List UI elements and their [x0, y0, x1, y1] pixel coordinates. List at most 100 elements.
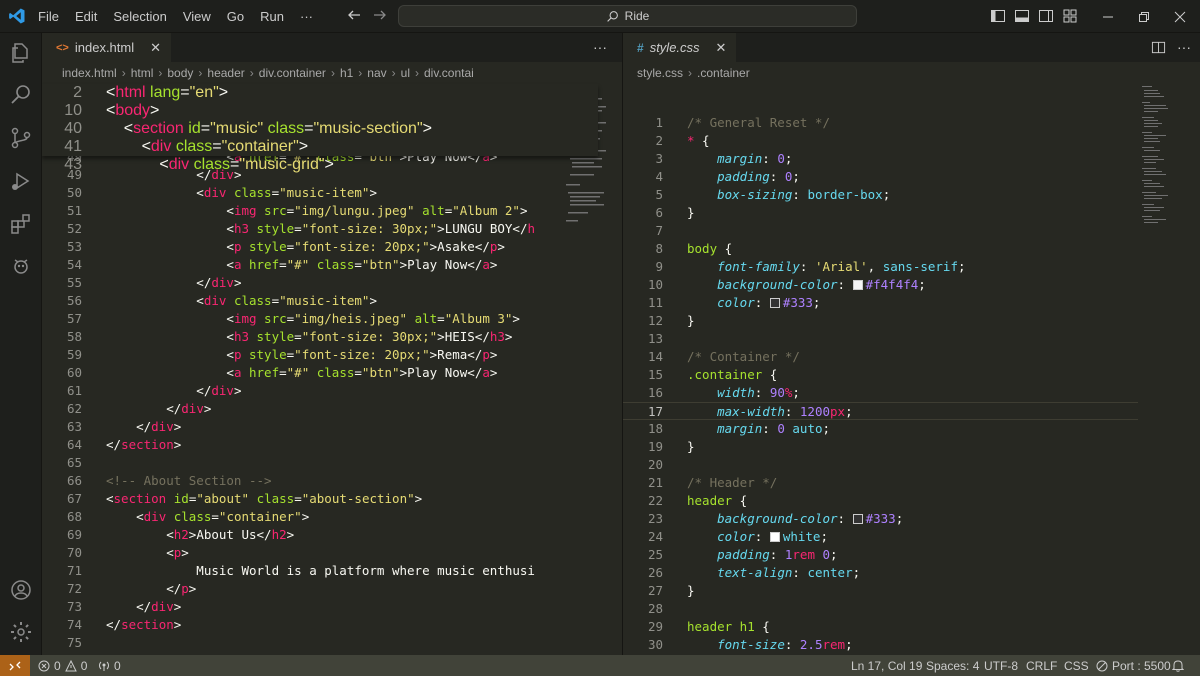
tab-style-css[interactable]: # style.css ✕	[623, 33, 737, 62]
remote-indicator[interactable]	[0, 655, 30, 676]
code-line[interactable]: 57 <img src="img/heis.jpeg" alt="Album 3…	[42, 310, 558, 328]
menu-go[interactable]: Go	[219, 9, 252, 24]
color-swatch[interactable]	[852, 280, 863, 290]
code-line[interactable]: 52 <h3 style="font-size: 30px;">LUNGU BO…	[42, 220, 558, 238]
color-swatch[interactable]	[769, 532, 780, 542]
settings-gear-icon[interactable]	[9, 620, 33, 644]
code-line[interactable]: 63 </div>	[42, 418, 558, 436]
code-line[interactable]: 62 </div>	[42, 400, 558, 418]
menu-run[interactable]: Run	[252, 9, 292, 24]
toggle-panel-icon[interactable]	[1014, 8, 1030, 24]
code-line[interactable]: 23 background-color: #333;	[623, 510, 1138, 528]
sticky-scroll[interactable]: 2 <html lang="en"> 10 <body> 40 <section id=…	[42, 84, 598, 173]
css-code-editor[interactable]: 1/* General Reset */2 * {3 margin: 0; 4 pa…	[623, 84, 1138, 655]
encoding[interactable]: UTF-8	[984, 655, 1018, 676]
code-line[interactable]: 15 .container {	[623, 366, 1138, 384]
color-swatch[interactable]	[769, 298, 780, 308]
code-line[interactable]: 56 <div class="music-item">	[42, 292, 558, 310]
code-line[interactable]: 54 <a href="#" class="btn">Play Now</a>	[42, 256, 558, 274]
minimize-button[interactable]	[1090, 0, 1126, 33]
code-line[interactable]: 20	[623, 456, 1138, 474]
restore-button[interactable]	[1126, 0, 1162, 33]
code-line[interactable]: 64 </section>	[42, 436, 558, 454]
code-line[interactable]: 66 <!-- About Section -->	[42, 472, 558, 490]
code-line[interactable]: 11 color: #333;	[623, 294, 1138, 312]
indentation[interactable]: Spaces: 4	[926, 655, 979, 676]
code-line[interactable]: 10 <body>	[42, 102, 598, 120]
code-line[interactable]: 26 text-align: center;	[623, 564, 1138, 582]
toggle-primary-sidebar-icon[interactable]	[990, 8, 1006, 24]
code-line[interactable]: 60 <a href="#" class="btn">Play Now</a>	[42, 364, 558, 382]
code-line[interactable]: 27}	[623, 582, 1138, 600]
breadcrumb-item[interactable]: ul	[401, 66, 410, 80]
breadcrumb-item[interactable]: body	[167, 66, 193, 80]
code-line[interactable]: 5 box-sizing: border-box;	[623, 186, 1138, 204]
code-line[interactable]: 14 /* Container */	[623, 348, 1138, 366]
breadcrumb-item[interactable]: index.html	[62, 66, 117, 80]
code-line[interactable]: 10 background-color: #f4f4f4;	[623, 276, 1138, 294]
menu-more[interactable]: ···	[292, 9, 321, 24]
code-line[interactable]: 22 header {	[623, 492, 1138, 510]
code-line[interactable]: 13	[623, 330, 1138, 348]
breadcrumb-item[interactable]: html	[131, 66, 154, 80]
problems-indicator[interactable]: 0 0	[38, 655, 87, 676]
code-line[interactable]: 59 <p style="font-size: 20px;">Rema</p>	[42, 346, 558, 364]
cursor-position[interactable]: Ln 17, Col 19	[851, 655, 922, 676]
code-line[interactable]: 8 body {	[623, 240, 1138, 258]
code-line[interactable]: 19}	[623, 438, 1138, 456]
accounts-icon[interactable]	[9, 578, 33, 602]
code-line[interactable]: 40 <section id="music" class="music-sect…	[42, 120, 598, 138]
code-line[interactable]: 24 color: white;	[623, 528, 1138, 546]
search-icon[interactable]	[9, 83, 33, 107]
menu-view[interactable]: View	[175, 9, 219, 24]
breadcrumb-item[interactable]: style.css	[637, 66, 683, 80]
breadcrumb-item[interactable]: h1	[340, 66, 353, 80]
forward-arrow-icon[interactable]	[372, 7, 388, 23]
code-line[interactable]: 74 </section>	[42, 616, 558, 634]
language-mode[interactable]: CSS	[1064, 655, 1089, 676]
code-line[interactable]: 3 margin: 0;	[623, 150, 1138, 168]
code-line[interactable]: 73 </div>	[42, 598, 558, 616]
end-of-line[interactable]: CRLF	[1026, 655, 1057, 676]
editor-more-actions[interactable]: ···	[593, 39, 607, 55]
code-line[interactable]: 12}	[623, 312, 1138, 330]
code-line[interactable]: 6}	[623, 204, 1138, 222]
command-center[interactable]: Ride	[398, 5, 857, 27]
code-line[interactable]: 71 Music World is a platform where music…	[42, 562, 558, 580]
source-control-icon[interactable]	[9, 126, 33, 150]
breadcrumb-item[interactable]: div.container	[259, 66, 326, 80]
explorer-icon[interactable]	[9, 41, 33, 65]
code-line[interactable]: 21 /* Header */	[623, 474, 1138, 492]
split-editor-icon[interactable]	[1151, 40, 1166, 55]
code-line[interactable]: 17 max-width: 1200px;	[623, 402, 1138, 420]
code-line[interactable]: 65	[42, 454, 558, 472]
customize-layout-icon[interactable]	[1062, 8, 1078, 24]
code-line[interactable]: 2 <html lang="en">	[42, 84, 598, 102]
code-line[interactable]: 55 </div>	[42, 274, 558, 292]
live-server-port[interactable]: Port : 5500	[1096, 655, 1171, 676]
code-line[interactable]: 7	[623, 222, 1138, 240]
minimap[interactable]	[1138, 84, 1198, 244]
ports-indicator[interactable]: 0	[98, 655, 121, 676]
breadcrumb-item[interactable]: div.contai	[424, 66, 474, 80]
code-line[interactable]: 28	[623, 600, 1138, 618]
code-line[interactable]: 16 width: 90%;	[623, 384, 1138, 402]
code-line[interactable]: 69 <h2>About Us</h2>	[42, 526, 558, 544]
code-line[interactable]: 53 <p style="font-size: 20px;">Asake</p>	[42, 238, 558, 256]
color-swatch[interactable]	[852, 514, 863, 524]
menu-edit[interactable]: Edit	[67, 9, 105, 24]
code-line[interactable]: 51 <img src="img/lungu.jpeg" alt="Album …	[42, 202, 558, 220]
code-line[interactable]: 67 <section id="about" class="about-secti…	[42, 490, 558, 508]
code-line[interactable]: 58 <h3 style="font-size: 30px;">HEIS</h3…	[42, 328, 558, 346]
code-line[interactable]: 75	[42, 634, 558, 652]
code-line[interactable]: 50 <div class="music-item">	[42, 184, 558, 202]
code-line[interactable]: 29 header h1 {	[623, 618, 1138, 636]
breadcrumb-item[interactable]: nav	[367, 66, 386, 80]
code-line[interactable]: 68 <div class="container">	[42, 508, 558, 526]
code-line[interactable]: 18 margin: 0 auto;	[623, 420, 1138, 438]
code-line[interactable]: 30 font-size: 2.5rem;	[623, 636, 1138, 654]
code-line[interactable]: 43 <div class="music-grid">	[42, 156, 598, 174]
code-line[interactable]: 4 padding: 0;	[623, 168, 1138, 186]
close-icon[interactable]: ✕	[150, 40, 161, 56]
code-line[interactable]: 41 <div class="container">	[42, 138, 598, 156]
